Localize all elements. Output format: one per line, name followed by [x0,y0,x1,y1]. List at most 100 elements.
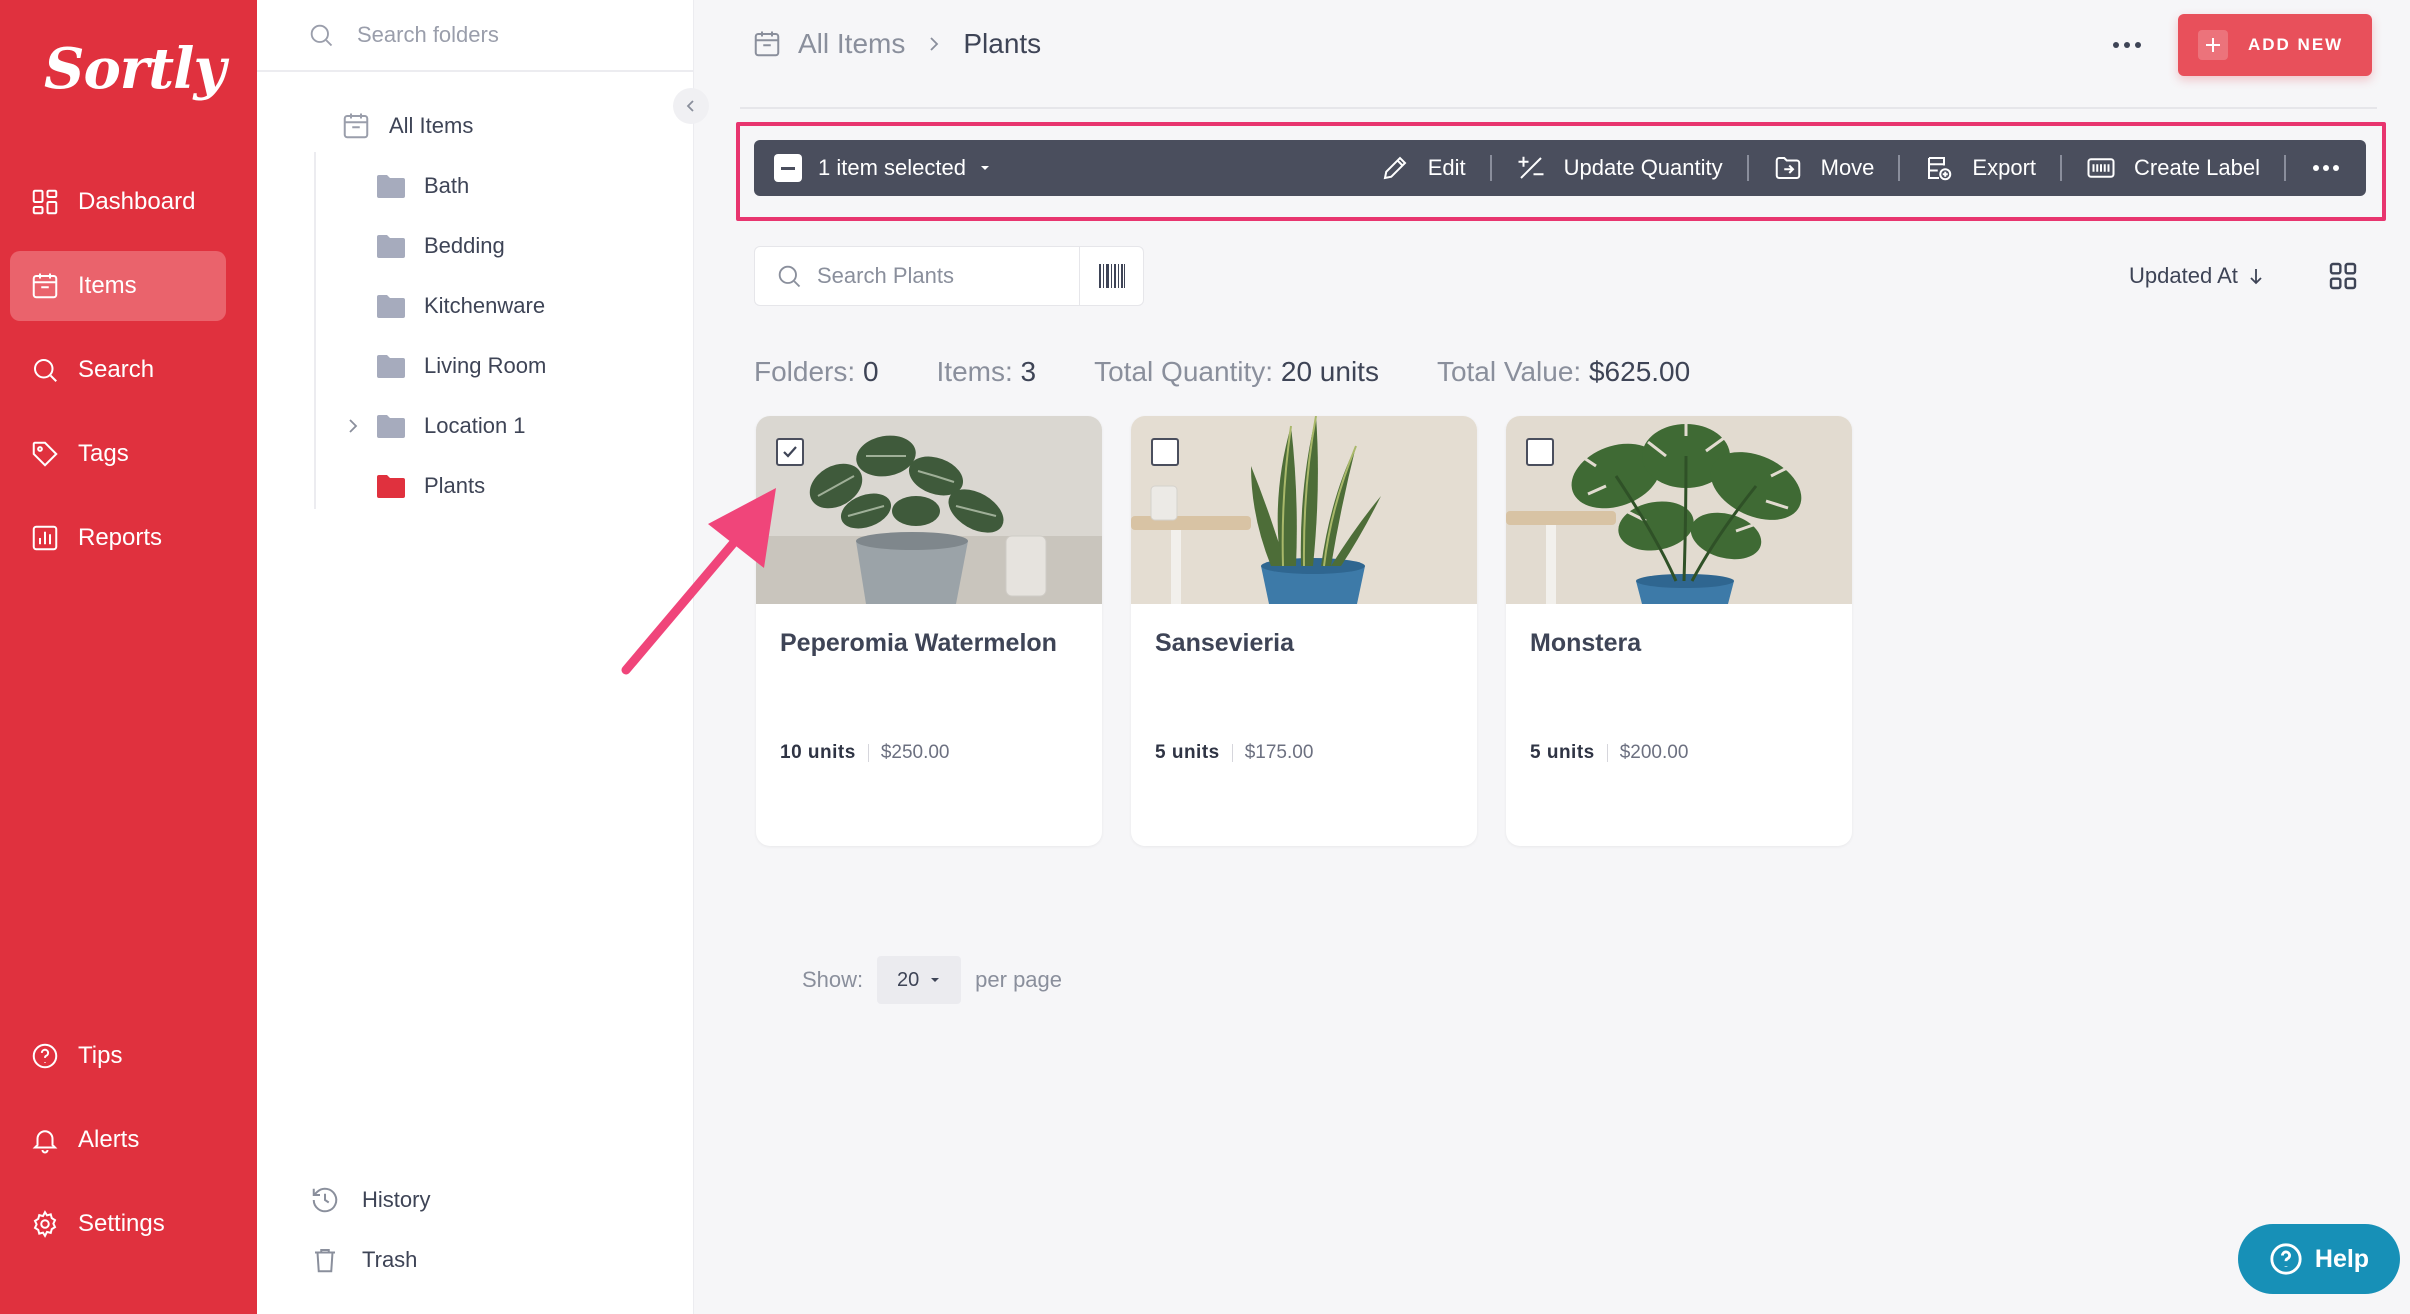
folder-label: Location 1 [424,413,526,438]
dashboard-icon [32,189,58,215]
nav-item-items[interactable]: Items [10,251,226,321]
pagination: Show: 20 per page [802,956,1062,1004]
toolbar-more-button[interactable] [2286,140,2366,196]
folder-icon [377,235,405,258]
more-horizontal-icon [2313,165,2339,171]
tree-guide-line [314,152,316,509]
help-circle-icon [2270,1243,2302,1275]
breadcrumb: All Items Plants [752,22,1041,66]
folder-living-room[interactable]: Living Room [376,346,546,386]
nav-label-dashboard: Dashboard [78,188,196,215]
history-link[interactable]: History [310,1185,430,1215]
main-content: All Items Plants ADD NEW 1 item selected… [694,0,2410,1314]
header-divider [740,107,2377,109]
more-horizontal-icon [2113,42,2141,48]
grid-view-icon[interactable] [2327,260,2359,292]
item-search [754,246,1144,306]
add-new-label: ADD NEW [2248,35,2344,54]
nav-item-reports[interactable]: Reports [10,503,226,573]
stat-folders: Folders: 0 [754,356,879,388]
chevron-right-icon[interactable] [344,417,362,435]
item-search-input[interactable] [817,263,1067,289]
summary-stats: Folders: 0 Items: 3 Total Quantity: 20 u… [754,352,1748,392]
per-page-select[interactable]: 20 [877,956,962,1004]
folder-search-input[interactable] [357,22,657,48]
items-icon [343,113,369,139]
reports-icon [32,525,58,551]
trash-icon [315,1249,335,1273]
trash-label: Trash [362,1247,418,1272]
sortly-logo[interactable]: Sortly [44,36,226,102]
export-label: Export [1972,155,2037,180]
help-button[interactable]: Help [2238,1224,2400,1294]
sort-label: Updated At [2129,263,2238,288]
tag-icon [32,441,58,467]
barcode-scan-button[interactable] [1079,247,1143,305]
trash-link[interactable]: Trash [310,1245,417,1275]
folder-plants[interactable]: Plants [376,466,485,506]
nav-item-tips[interactable]: Tips [10,1021,226,1091]
folder-location-1[interactable]: Location 1 [376,406,526,446]
breadcrumb-all-items[interactable]: All Items [798,28,905,60]
folder-bedding[interactable]: Bedding [376,226,505,266]
meta-separator [1606,744,1608,762]
stat-value: 20 units [1280,356,1379,387]
folder-label: Living Room [424,353,547,378]
meta-separator [1231,744,1233,762]
create-label-label: Create Label [2134,155,2260,180]
chevron-left-icon [686,100,694,112]
edit-button[interactable]: Edit [1356,140,1490,196]
stat-value: 3 [1020,356,1037,387]
folder-all-items[interactable]: All Items [341,106,473,146]
item-photo [1506,416,1852,604]
stat-total-value: Total Value: $625.00 [1437,356,1690,388]
plus-minus-icon [1518,156,1544,179]
item-card[interactable]: Sansevieria 5 units $175.00 [1131,416,1477,846]
barcode-label-icon [2087,158,2115,178]
selection-count: 1 item selected [818,155,966,180]
search-icon [310,24,333,47]
help-circle-icon [32,1043,58,1069]
stat-label: Folders: [754,356,856,387]
item-quantity: 5 units [1530,742,1595,763]
toolbar-actions: Edit Update Quantity Move Export Create … [1356,140,2366,196]
sort-button[interactable]: Updated At [2129,258,2266,294]
update-quantity-label: Update Quantity [1563,155,1723,180]
nav-item-settings[interactable]: Settings [10,1189,226,1259]
create-label-button[interactable]: Create Label [2062,140,2284,196]
item-checkbox[interactable] [776,438,804,466]
folder-label: Kitchenware [424,293,546,318]
selection-dropdown[interactable]: 1 item selected [754,154,992,182]
check-icon [783,446,797,458]
item-quantity: 10 units [780,742,856,763]
nav-item-search[interactable]: Search [10,335,226,405]
update-quantity-button[interactable]: Update Quantity [1492,140,1747,196]
item-card[interactable]: Monstera 5 units $200.00 [1506,416,1852,846]
stat-label: Items: [936,356,1013,387]
folder-bath[interactable]: Bath [376,166,469,206]
nav-label-items: Items [78,272,137,299]
select-all-checkbox[interactable] [774,154,802,182]
pager-per-page-label: per page [975,967,1063,992]
folder-kitchenware[interactable]: Kitchenware [376,286,545,326]
nav-item-tags[interactable]: Tags [10,419,226,489]
collapse-panel-button[interactable] [673,88,709,124]
more-options-button[interactable] [2102,30,2152,60]
stat-label: Total Value: [1436,356,1582,387]
caret-down-icon [931,978,940,982]
item-checkbox[interactable] [1526,438,1554,466]
nav-item-dashboard[interactable]: Dashboard [10,167,226,237]
item-photo [756,416,1102,604]
nav-item-alerts[interactable]: Alerts [10,1105,226,1175]
folder-icon [377,355,405,378]
move-button[interactable]: Move [1749,140,1899,196]
add-new-button[interactable]: ADD NEW [2178,14,2372,76]
stat-items: Items: 3 [937,356,1037,388]
folder-icon [377,175,405,198]
export-button[interactable]: Export [1900,140,2060,196]
move-label: Move [1820,155,1875,180]
item-quantity: 5 units [1155,742,1220,763]
item-card[interactable]: Peperomia Watermelon 10 units $250.00 [756,416,1102,846]
item-checkbox[interactable] [1151,438,1179,466]
meta-separator [867,744,869,762]
